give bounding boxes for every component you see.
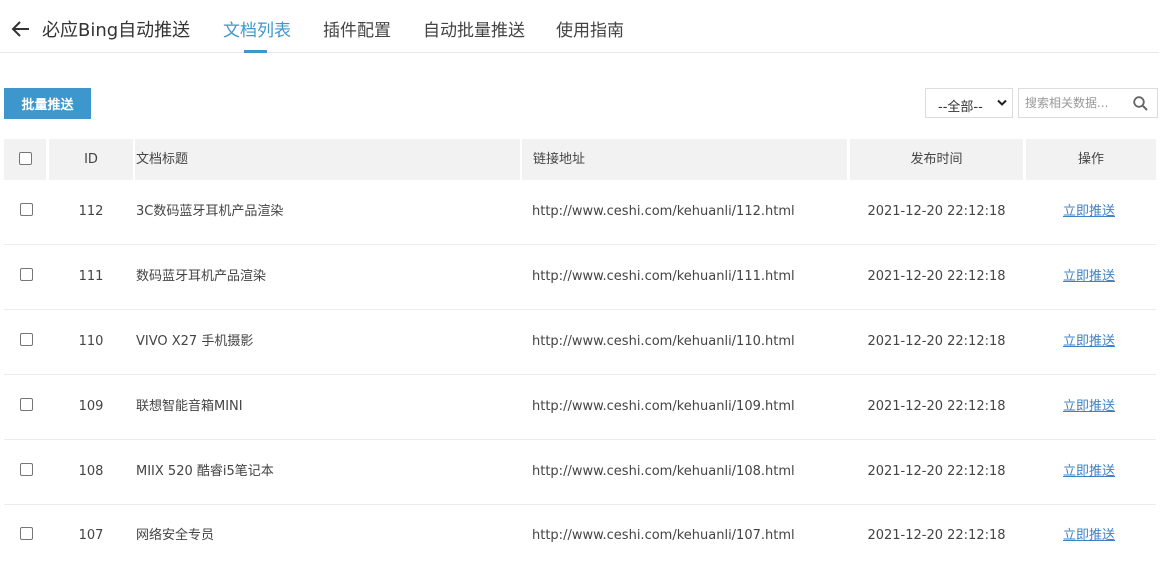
tab-plugin-config[interactable]: 插件配置 [323,16,391,41]
select-all-checkbox[interactable] [19,152,32,165]
filter-select[interactable]: --全部-- [925,88,1013,118]
table-row: 111 数码蓝牙耳机产品渲染 http://www.ceshi.com/kehu… [4,245,1156,310]
row-title: 网络安全专员 [136,528,215,543]
page-title: 必应Bing自动推送 [42,20,191,41]
column-header-url: 链接地址 [522,139,847,180]
row-checkbox[interactable] [20,398,33,411]
row-title: 联想智能音箱MINI [136,399,243,414]
row-date: 2021-12-20 22:12:18 [867,334,1006,349]
back-arrow-icon[interactable] [10,18,32,40]
table-row: 107 网络安全专员 http://www.ceshi.com/kehuanli… [4,504,1156,569]
push-now-link[interactable]: 立即推送 [1063,440,1115,504]
table-row: 108 MIIX 520 酷睿i5笔记本 http://www.ceshi.co… [4,440,1156,505]
column-header-id: ID [49,139,133,180]
chevron-down-icon [997,99,1007,106]
row-checkbox[interactable] [20,333,33,346]
row-url: http://www.ceshi.com/kehuanli/110.html [532,334,795,349]
push-now-link[interactable]: 立即推送 [1063,504,1115,568]
row-id: 109 [78,399,104,414]
column-header-title: 文档标题 [135,139,520,180]
push-now-link[interactable]: 立即推送 [1063,310,1115,374]
row-url: http://www.ceshi.com/kehuanli/111.html [532,269,795,284]
column-header-action: 操作 [1026,139,1156,180]
top-header: 必应Bing自动推送 文档列表 插件配置 自动批量推送 使用指南 [0,0,1159,53]
table-header: ID 文档标题 链接地址 发布时间 操作 [4,139,1156,180]
row-checkbox[interactable] [20,203,33,216]
row-id: 112 [78,204,104,219]
batch-push-button[interactable]: 批量推送 [4,88,91,119]
column-header-date: 发布时间 [850,139,1023,180]
row-date: 2021-12-20 22:12:18 [867,399,1006,414]
row-date: 2021-12-20 22:12:18 [867,204,1006,219]
row-url: http://www.ceshi.com/kehuanli/107.html [532,528,795,543]
table-row: 112 3C数码蓝牙耳机产品渲染 http://www.ceshi.com/ke… [4,180,1156,245]
active-tab-indicator [244,50,267,53]
row-date: 2021-12-20 22:12:18 [867,269,1006,284]
search-input[interactable] [1019,89,1135,117]
row-title: 3C数码蓝牙耳机产品渲染 [136,204,284,219]
row-id: 108 [78,464,104,479]
row-checkbox[interactable] [20,463,33,476]
row-url: http://www.ceshi.com/kehuanli/112.html [532,204,795,219]
row-title: MIIX 520 酷睿i5笔记本 [136,464,274,479]
table-row: 110 VIVO X27 手机摄影 http://www.ceshi.com/k… [4,310,1156,375]
row-id: 111 [78,269,104,284]
row-date: 2021-12-20 22:12:18 [867,528,1006,543]
row-date: 2021-12-20 22:12:18 [867,464,1006,479]
tab-auto-batch-push[interactable]: 自动批量推送 [423,16,525,41]
row-checkbox[interactable] [20,268,33,281]
tab-document-list[interactable]: 文档列表 [223,16,291,41]
search-icon[interactable] [1133,96,1148,111]
tab-user-guide[interactable]: 使用指南 [556,16,624,41]
push-now-link[interactable]: 立即推送 [1063,375,1115,439]
table-row: 109 联想智能音箱MINI http://www.ceshi.com/kehu… [4,375,1156,440]
header-checkbox-cell [4,139,46,180]
filter-select-value: --全部-- [938,100,983,115]
row-title: VIVO X27 手机摄影 [136,334,254,349]
row-url: http://www.ceshi.com/kehuanli/109.html [532,399,795,414]
search-box [1018,88,1158,118]
push-now-link[interactable]: 立即推送 [1063,180,1115,244]
push-now-link[interactable]: 立即推送 [1063,245,1115,309]
row-id: 110 [78,334,104,349]
row-id: 107 [78,528,104,543]
row-title: 数码蓝牙耳机产品渲染 [136,269,267,284]
row-checkbox[interactable] [20,527,33,540]
row-url: http://www.ceshi.com/kehuanli/108.html [532,464,795,479]
